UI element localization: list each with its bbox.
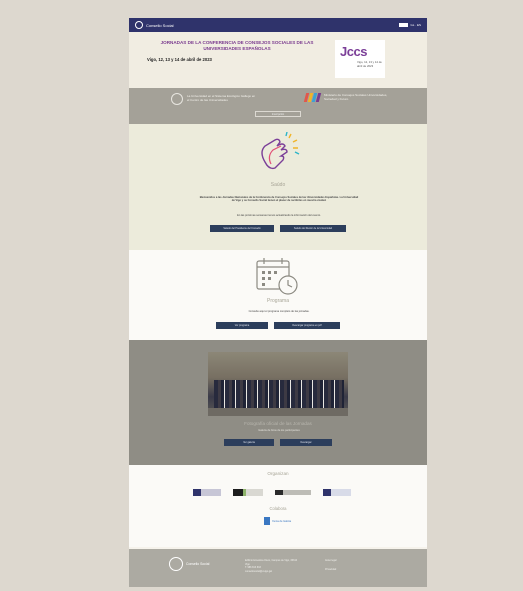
event-title: JORNADAS DE LA CONFERENCIA DE CONSEJOS S… (160, 40, 314, 51)
greeting-section: Saúdo Bienvenidos a las Jornadas Naciona… (129, 124, 427, 250)
footer-link-legal[interactable]: Aviso legal (325, 559, 337, 563)
president-greeting-button[interactable]: Saludo del Presidente del Consello (210, 225, 274, 232)
partners-band: La Universidad en el Sistema Ecológico G… (129, 88, 427, 124)
footer-brand: Consello Social (186, 562, 210, 566)
greeting-heading: Saúdo (270, 182, 286, 188)
program-text: Consulte aquí el programa completo de la… (248, 310, 310, 313)
greeting-text-primary: Bienvenidos a las Jornadas Nacionales de… (199, 196, 359, 203)
organizer-logo-consello[interactable] (193, 489, 221, 496)
organizer-logo-ccs[interactable] (275, 490, 311, 495)
xunta-emblem-icon (264, 517, 270, 525)
program-section: Programa Consulte aquí el programa compl… (129, 250, 427, 340)
rector-greeting-button[interactable]: Saludo del Rector de la Universidad (280, 225, 346, 232)
jccs-logo-subtitle: Vigo, 12, 13 y 14 de abril de 2023 (357, 60, 382, 68)
download-program-button[interactable]: Descargar programa en pdf (274, 322, 340, 329)
download-photos-button[interactable]: Descargar (280, 439, 332, 446)
photo-caption: Fotografía oficial de las Jornadas (244, 421, 312, 426)
registration-button[interactable]: Inscripción (255, 111, 301, 117)
jccs-logo: Jccs Vigo, 12, 13 y 14 de abril de 2023 (335, 40, 385, 78)
footer-logo[interactable]: Consello Social (169, 557, 209, 571)
photo-subcaption: Galería de fotos de los participantes (258, 429, 300, 432)
photo-section: Fotografía oficial de las Jornadas Galer… (129, 340, 427, 465)
xunta-logo[interactable]: Xunta de Galicia (264, 517, 294, 525)
organizer-logos (193, 489, 351, 496)
footer-address: Edificio Ernestina Otero, Campus de Vigo… (245, 559, 301, 573)
hero-banner: JORNADAS DE LA CONFERENCIA DE CONSEJOS S… (129, 32, 427, 88)
language-switcher[interactable]: GL · ES (399, 23, 421, 27)
footer-links: Aviso legal Privacidad (325, 559, 337, 571)
view-gallery-button[interactable]: Ver galería (224, 439, 274, 446)
collaborators-heading: Colabora (269, 506, 287, 511)
language-label: GL · ES (410, 23, 421, 27)
view-program-button[interactable]: Ver programa (216, 322, 268, 329)
footer-address-line: Edificio Ernestina Otero, Campus de Vigo… (245, 559, 298, 566)
organizers-section: Organizan Colabora Xunta de Galicia (129, 465, 427, 547)
consello-social-logo[interactable]: Consello Social (135, 21, 174, 29)
top-navigation-bar: Consello Social GL · ES (129, 18, 427, 32)
partner-right: Ministerio de Consejos Sociales Universi… (303, 92, 394, 102)
language-box[interactable] (399, 23, 409, 27)
footer-email[interactable]: consellosocial@uvigo.gal (245, 570, 301, 574)
jccs-logo-text: Jccs (340, 44, 367, 59)
uvigo-logo-icon (303, 93, 322, 102)
calendar-clock-icon (256, 258, 298, 295)
organizer-logo-ministry[interactable] (323, 489, 351, 496)
organizers-heading: Organizan (267, 471, 289, 476)
partner-left: La Universidad en el Sistema Ecológico G… (171, 93, 257, 105)
university-seal-icon (171, 93, 183, 105)
partner-right-text: Ministerio de Consejos Sociales Universi… (324, 92, 388, 101)
group-photo-people (214, 380, 344, 408)
group-photo-ground (208, 408, 348, 416)
tree-icon (135, 21, 143, 29)
landing-page: Consello Social GL · ES JORNADAS DE LA C… (129, 18, 427, 587)
program-heading: Programa (267, 298, 289, 304)
greeting-text-secondary: En las próximas semanas iremos actualiza… (237, 214, 321, 217)
brand-name: Consello Social (146, 22, 174, 28)
clapping-hands-icon (261, 132, 300, 170)
group-photo (208, 352, 348, 416)
xunta-logo-text: Xunta de Galicia (272, 519, 292, 523)
tree-icon (169, 557, 183, 571)
partner-left-text: La Universidad en el Sistema Ecológico G… (187, 94, 256, 102)
site-footer: Consello Social Edificio Ernestina Otero… (129, 549, 427, 587)
footer-link-privacy[interactable]: Privacidad (325, 568, 337, 572)
organizer-logo-uvigo[interactable] (233, 489, 263, 496)
